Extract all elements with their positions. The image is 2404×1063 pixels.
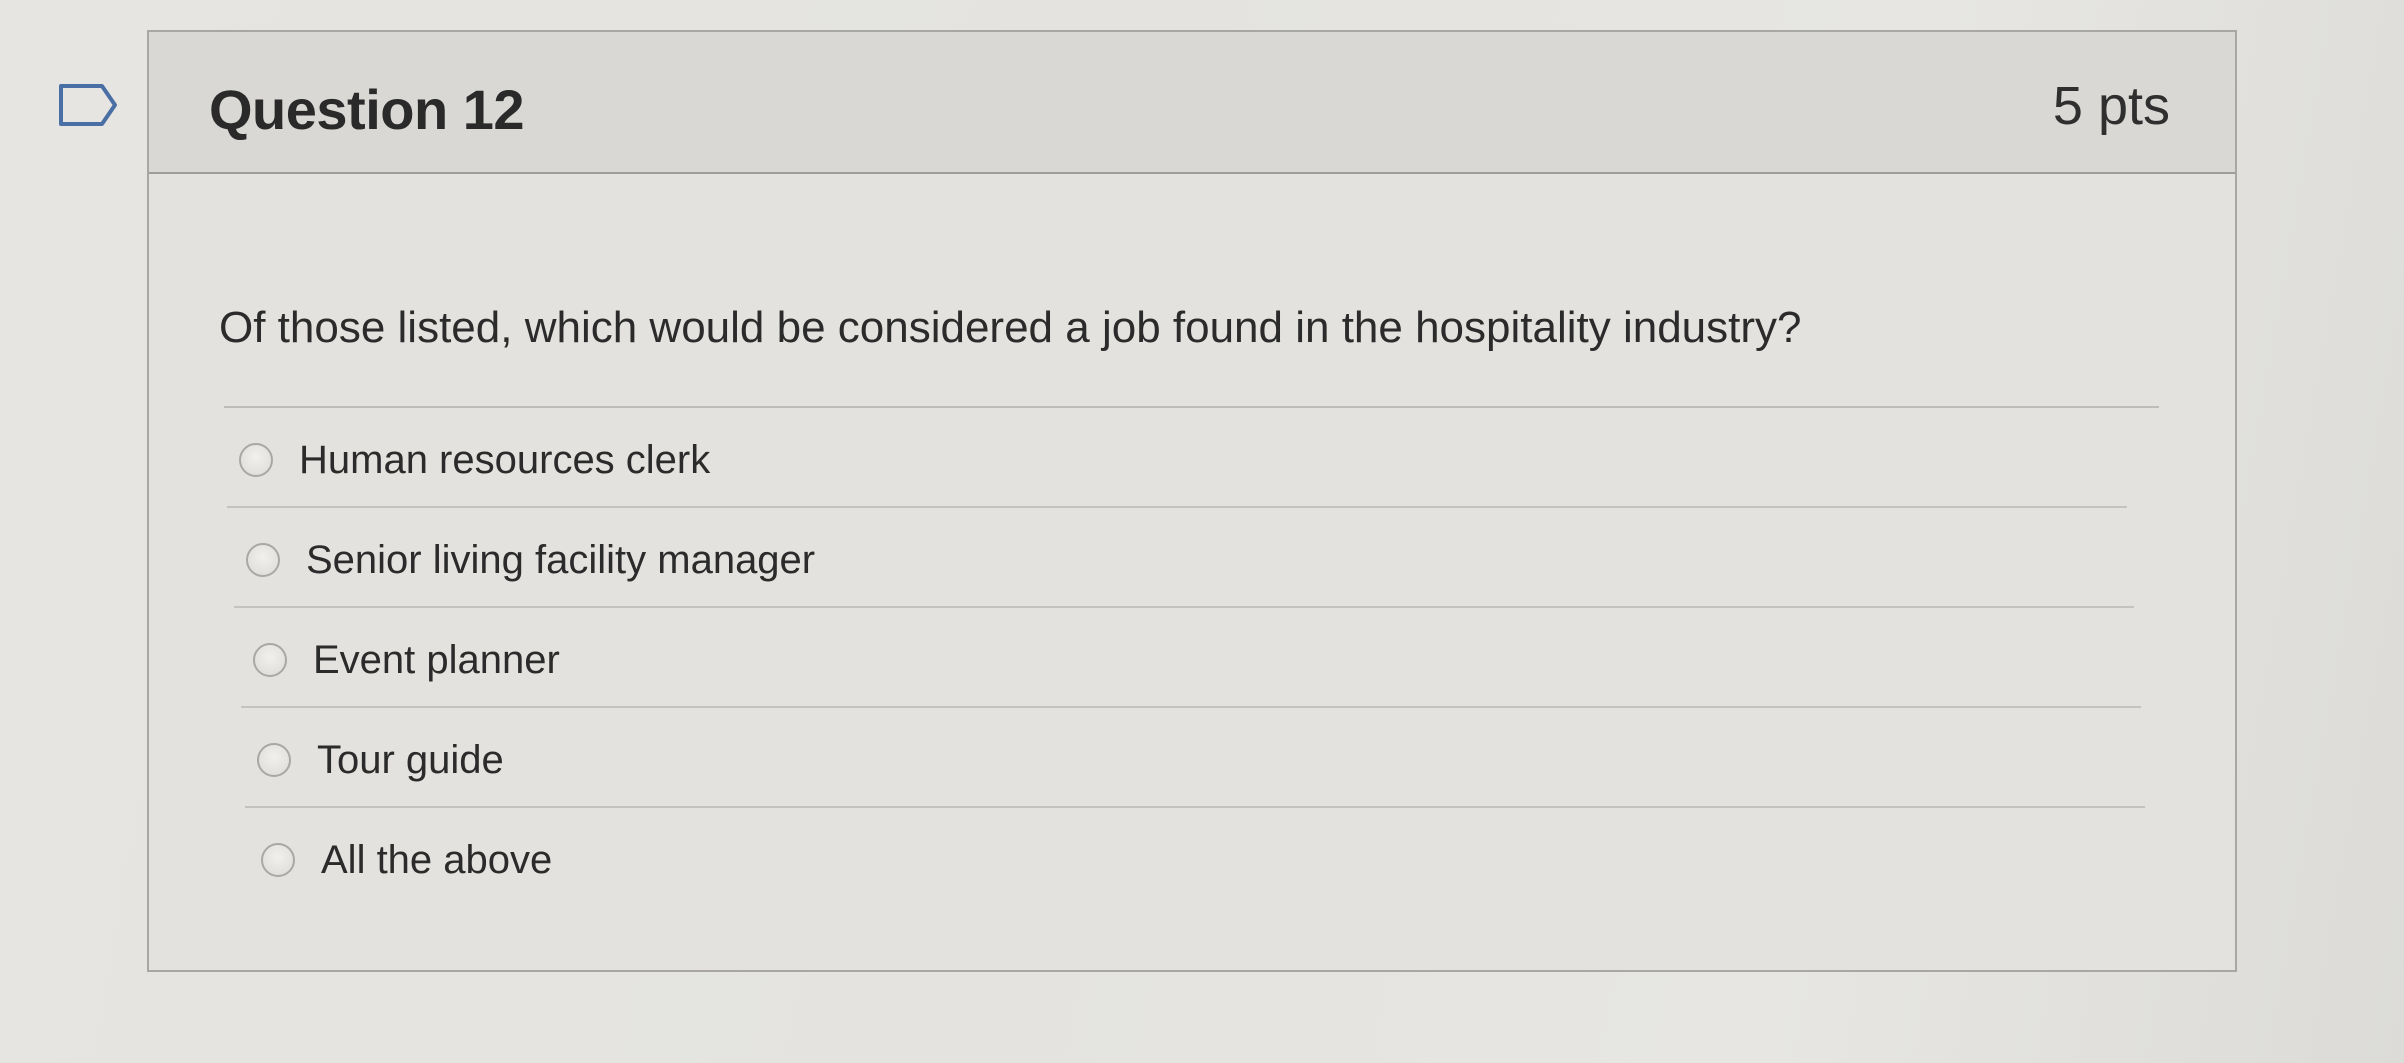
- question-header: Question 12 5 pts: [149, 32, 2235, 174]
- radio-button[interactable]: [239, 443, 273, 477]
- answer-option-tour-guide[interactable]: Tour guide: [245, 708, 2157, 808]
- question-text: Of those listed, which would be consider…: [219, 303, 1802, 352]
- answer-label[interactable]: Senior living facility manager: [306, 536, 815, 584]
- radio-button[interactable]: [257, 743, 291, 777]
- question-card: Question 12 5 pts Of those listed, which…: [147, 30, 2237, 972]
- radio-button[interactable]: [253, 643, 287, 677]
- question-body: Of those listed, which would be consider…: [149, 174, 2235, 970]
- answer-label[interactable]: Human resources clerk: [299, 436, 710, 484]
- answer-label[interactable]: Tour guide: [317, 736, 504, 784]
- answer-option-human-resources-clerk[interactable]: Human resources clerk: [227, 408, 2139, 508]
- answer-option-event-planner[interactable]: Event planner: [241, 608, 2153, 708]
- answer-option-all-the-above[interactable]: All the above: [261, 808, 2161, 908]
- radio-button[interactable]: [261, 843, 295, 877]
- question-points: 5 pts: [2052, 76, 2170, 136]
- answer-label[interactable]: All the above: [321, 836, 552, 884]
- radio-button[interactable]: [246, 543, 280, 577]
- question-title: Question 12: [209, 78, 525, 141]
- answer-option-senior-living-facility-manager[interactable]: Senior living facility manager: [234, 508, 2146, 608]
- answer-label[interactable]: Event planner: [313, 636, 560, 684]
- flag-question-icon[interactable]: [58, 83, 118, 127]
